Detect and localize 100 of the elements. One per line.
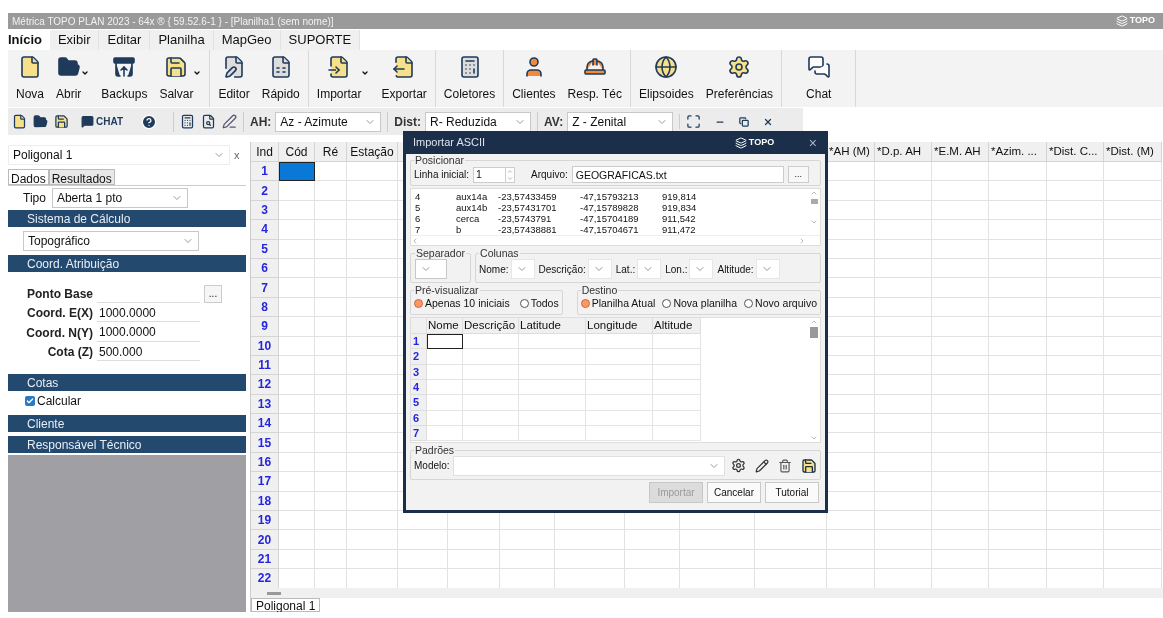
- section-header[interactable]: Responsável Técnico: [8, 436, 246, 453]
- section-header: Cotas: [8, 374, 246, 391]
- file-field[interactable]: GEOGRAFICAS.txt: [571, 166, 784, 183]
- checkbox[interactable]: [25, 396, 35, 406]
- table-cell: [1104, 162, 1162, 182]
- column-dropdown[interactable]: [689, 259, 714, 279]
- spin-up-icon[interactable]: [506, 167, 515, 175]
- model-dropdown[interactable]: [452, 455, 725, 476]
- polygon-selector[interactable]: Poligonal 1: [8, 145, 230, 165]
- preview-text: 919,814: [662, 191, 698, 202]
- close-button[interactable]: x: [234, 146, 240, 164]
- scroll-right-icon[interactable]: [798, 236, 806, 245]
- close-button[interactable]: ×: [808, 135, 817, 150]
- table-cell: [1047, 336, 1104, 356]
- ribbon-button[interactable]: Clientes: [510, 54, 558, 103]
- section-header: Coord. Atribuição: [8, 255, 246, 272]
- section-header[interactable]: Cliente: [8, 415, 246, 432]
- restore-icon[interactable]: [739, 116, 750, 127]
- menu-tab[interactable]: SUPORTE: [280, 30, 361, 50]
- scrollbar-thumb[interactable]: [809, 326, 818, 338]
- scroll-down-icon[interactable]: [810, 218, 818, 226]
- ribbon-button[interactable]: Exportar: [379, 54, 429, 103]
- chat-button[interactable]: CHAT: [75, 114, 130, 129]
- table-cell[interactable]: [279, 162, 315, 182]
- menu-tab[interactable]: Editar: [99, 30, 151, 50]
- ribbon-button[interactable]: Elipsoides: [637, 54, 696, 103]
- ribbon-button[interactable]: Backups: [99, 54, 150, 103]
- radio-option[interactable]: Nova planilha: [662, 296, 738, 312]
- panel-tab[interactable]: Dados: [8, 169, 49, 185]
- radio-option[interactable]: Todos: [519, 296, 559, 312]
- column-dropdown[interactable]: [755, 259, 780, 279]
- folder-icon[interactable]: [33, 114, 48, 129]
- row-number: 7: [251, 278, 279, 298]
- preview-text: -23,57431701: [498, 202, 558, 213]
- table-cell: [1104, 511, 1162, 531]
- table-cell: [989, 336, 1047, 356]
- dropdown[interactable]: R- Reduzida: [425, 111, 532, 132]
- fullscreen-icon[interactable]: [686, 114, 702, 129]
- table-cell[interactable]: [427, 333, 463, 350]
- ribbon-button[interactable]: Preferências: [703, 54, 776, 103]
- ribbon-button[interactable]: Nova: [14, 54, 46, 103]
- column-dropdown[interactable]: [510, 259, 535, 279]
- radio-option[interactable]: Planilha Atual: [580, 296, 656, 312]
- scrollbar-thumb[interactable]: [810, 199, 818, 204]
- table-cell: [755, 549, 827, 570]
- scroll-left-icon[interactable]: [411, 236, 419, 245]
- preview-text: -23,5743791: [498, 213, 553, 224]
- menu-tab[interactable]: MapGeo: [213, 30, 281, 50]
- panel-tab[interactable]: Resultados: [48, 169, 115, 185]
- ribbon-button[interactable]: Abrir: [54, 54, 92, 103]
- column-header: Ré: [315, 142, 347, 162]
- radio-option[interactable]: Novo arquivo: [744, 296, 817, 312]
- dropdown[interactable]: Z - Zenital: [567, 111, 674, 132]
- ribbon-button[interactable]: Editor: [216, 54, 252, 103]
- column-header: *Dist. (M): [1104, 142, 1162, 162]
- file-icon[interactable]: [12, 114, 27, 129]
- pencil-icon[interactable]: [754, 458, 769, 473]
- dialog-button[interactable]: Cancelar: [707, 481, 761, 503]
- trash-icon[interactable]: [777, 458, 792, 473]
- browse-button[interactable]: ...: [204, 284, 222, 303]
- scroll-up-icon[interactable]: [810, 189, 818, 197]
- system-dropdown[interactable]: Topográfico: [23, 231, 199, 251]
- browse-button[interactable]: ...: [787, 166, 809, 183]
- ribbon-button[interactable]: Chat: [804, 54, 834, 103]
- column-dropdown[interactable]: [587, 259, 612, 279]
- separator-dropdown[interactable]: [415, 259, 447, 279]
- ribbon-button[interactable]: Importar: [314, 54, 372, 103]
- row-number: 14: [251, 414, 279, 434]
- table-cell: [1047, 162, 1104, 182]
- ribbon-button[interactable]: Salvar: [157, 54, 204, 103]
- sheet-tab[interactable]: Poligonal 1: [251, 598, 321, 612]
- preview-text: -47,15704189: [580, 213, 640, 224]
- table-cell: [827, 549, 875, 570]
- close-icon[interactable]: [763, 116, 774, 127]
- table-cell: [315, 297, 347, 318]
- document-search-icon[interactable]: [201, 114, 217, 129]
- table-cell: [827, 530, 875, 550]
- menu-tab[interactable]: Planilha: [150, 30, 214, 50]
- dropdown[interactable]: Az - Azimute: [275, 111, 382, 132]
- menu-tab[interactable]: Exibir: [49, 30, 100, 50]
- radio-option[interactable]: Apenas 10 iniciais: [414, 296, 510, 312]
- table-cell: [1047, 491, 1104, 512]
- ribbon-button[interactable]: Coletores: [441, 54, 498, 103]
- table-cell: [315, 433, 347, 453]
- type-dropdown[interactable]: Aberta 1 pto: [51, 188, 188, 208]
- section-header: Sistema de Cálculo: [8, 210, 246, 227]
- column-dropdown[interactable]: [637, 259, 662, 279]
- ribbon-button[interactable]: Resp. Téc: [565, 54, 625, 103]
- gear-icon[interactable]: [730, 458, 746, 474]
- help-icon[interactable]: [141, 113, 158, 130]
- number-spinner[interactable]: 1: [473, 166, 516, 183]
- spin-down-icon[interactable]: [506, 174, 515, 182]
- dialog-button[interactable]: Tutorial: [765, 481, 819, 503]
- scrollbar-thumb[interactable]: [267, 591, 281, 595]
- column-header: Longitude: [586, 317, 653, 334]
- pen-icon[interactable]: [222, 114, 238, 129]
- ribbon-button[interactable]: Rápido: [259, 54, 302, 103]
- calculator-icon[interactable]: [180, 114, 196, 129]
- table-cell: [875, 239, 932, 259]
- table-cell: [1104, 200, 1162, 221]
